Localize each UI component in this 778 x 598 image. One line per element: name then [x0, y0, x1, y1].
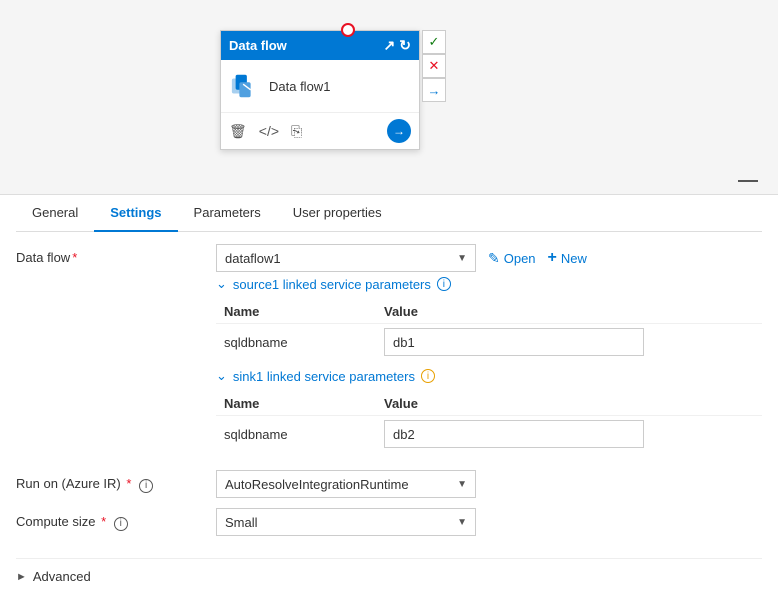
- dataflow-select-row: dataflow1 ▼ ✎ Open + New: [216, 244, 762, 272]
- tab-parameters[interactable]: Parameters: [178, 195, 277, 232]
- sink1-toggle[interactable]: ⌄ sink1 linked service parameters i: [216, 368, 762, 384]
- compute-size-control: Small ▼: [216, 508, 762, 536]
- code-icon[interactable]: </>: [259, 123, 279, 139]
- tab-user-properties[interactable]: User properties: [277, 195, 398, 232]
- compute-size-chevron-icon: ▼: [457, 517, 467, 528]
- sink1-info-icon[interactable]: i: [421, 369, 435, 383]
- new-link[interactable]: + New: [548, 249, 587, 267]
- sink1-params-table: Name Value sqldbname: [216, 392, 762, 452]
- node-title: Data flow: [229, 38, 287, 53]
- pencil-icon: ✎: [488, 250, 500, 267]
- run-on-info-icon[interactable]: i: [139, 479, 153, 493]
- source1-params-table: Name Value sqldbname: [216, 300, 762, 360]
- node-body: Data flow1: [221, 60, 419, 112]
- run-on-control: AutoResolveIntegrationRuntime ▼: [216, 470, 762, 498]
- run-on-row: Run on (Azure IR) * i AutoResolveIntegra…: [16, 470, 762, 498]
- sink1-params-header: Name Value: [216, 392, 762, 415]
- source1-toggle[interactable]: ⌄ source1 linked service parameters i: [216, 276, 762, 292]
- copy-icon[interactable]: ⎘: [291, 123, 302, 140]
- compute-size-select[interactable]: Small ▼: [216, 508, 476, 536]
- node-card: Data flow ↗ ↻: [220, 30, 420, 150]
- external-link-icon[interactable]: ↗: [384, 37, 396, 54]
- canvas-area: Data flow ↗ ↻: [0, 0, 778, 195]
- collapse-line: [738, 180, 758, 182]
- tab-settings[interactable]: Settings: [94, 195, 177, 232]
- compute-size-info-icon[interactable]: i: [114, 517, 128, 531]
- open-link[interactable]: ✎ Open: [488, 250, 536, 267]
- node-footer: 🗑 </> ⎘ →: [221, 112, 419, 149]
- node-side-actions: ✓ ✕ →: [422, 30, 446, 102]
- sink1-value-input-0[interactable]: [384, 420, 644, 448]
- settings-panel: General Settings Parameters User propert…: [0, 195, 778, 594]
- source1-params-header: Name Value: [216, 300, 762, 323]
- run-on-select[interactable]: AutoResolveIntegrationRuntime ▼: [216, 470, 476, 498]
- tab-general[interactable]: General: [16, 195, 94, 232]
- compute-size-label: Compute size * i: [16, 508, 216, 531]
- sink1-section: ⌄ sink1 linked service parameters i Name…: [216, 368, 762, 452]
- source1-param-row-0: sqldbname: [216, 323, 762, 360]
- checkmark-action[interactable]: ✓: [422, 30, 446, 54]
- dataflow-label: Data flow*: [16, 244, 216, 265]
- refresh-icon[interactable]: ↻: [399, 37, 411, 54]
- arrow-right-action[interactable]: →: [422, 78, 446, 102]
- node-red-dot: [341, 23, 355, 37]
- dataflow-node: Data flow ↗ ↻: [220, 30, 420, 150]
- compute-size-required: *: [101, 514, 106, 529]
- dataflow-row: Data flow* dataflow1 ▼ ✎ Open +: [16, 244, 762, 460]
- node-header-icons: ↗ ↻: [384, 37, 411, 54]
- dataflow-required: *: [72, 250, 77, 265]
- plus-icon: +: [548, 249, 557, 267]
- source1-section: ⌄ source1 linked service parameters i Na…: [216, 276, 762, 360]
- source1-info-icon[interactable]: i: [437, 277, 451, 291]
- form-section: Data flow* dataflow1 ▼ ✎ Open +: [16, 232, 762, 558]
- run-on-chevron-icon: ▼: [457, 479, 467, 490]
- dataflow-icon: [229, 70, 261, 102]
- compute-size-row: Compute size * i Small ▼: [16, 508, 762, 536]
- dataflow-select[interactable]: dataflow1 ▼: [216, 244, 476, 272]
- advanced-row[interactable]: ► Advanced: [16, 558, 762, 594]
- chevron-down-source1-icon: ⌄: [216, 276, 227, 292]
- close-action[interactable]: ✕: [422, 54, 446, 78]
- node-label: Data flow1: [269, 79, 330, 94]
- chevron-down-sink1-icon: ⌄: [216, 368, 227, 384]
- chevron-right-icon: ►: [16, 571, 27, 583]
- advanced-label: Advanced: [33, 569, 91, 584]
- trash-icon[interactable]: 🗑: [229, 123, 247, 140]
- run-on-required: *: [126, 476, 131, 491]
- sink1-param-row-0: sqldbname: [216, 415, 762, 452]
- run-on-label: Run on (Azure IR) * i: [16, 470, 216, 493]
- dataflow-control-area: dataflow1 ▼ ✎ Open + New: [216, 244, 762, 460]
- tabs: General Settings Parameters User propert…: [16, 195, 762, 232]
- source1-value-input-0[interactable]: [384, 328, 644, 356]
- node-header: Data flow ↗ ↻: [221, 31, 419, 60]
- arrow-icon[interactable]: →: [387, 119, 411, 143]
- select-chevron-icon: ▼: [457, 253, 467, 264]
